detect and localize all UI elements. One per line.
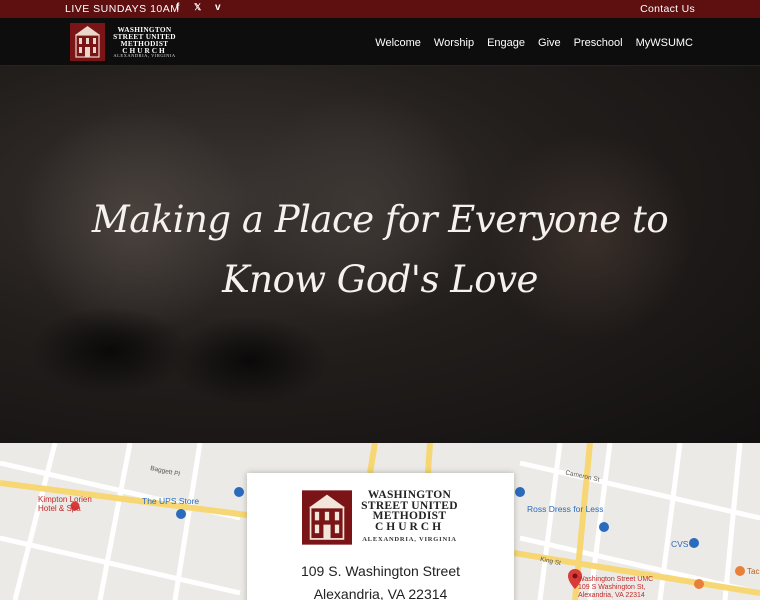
card-logo-wordmark: WASHINGTON STREET UNITED METHODIST CHURC…: [357, 490, 462, 532]
top-bar: LIVE SUNDAYS 10AM f 𝕏 v Contact Us: [0, 0, 760, 18]
card-logo-city: ALEXANDRIA, VIRGINIA: [362, 536, 457, 543]
restaurant-marker-icon[interactable]: [694, 579, 704, 589]
card-logo-line-1: WASHINGTON: [367, 489, 452, 501]
card-logo-line-4: CHURCH: [374, 520, 445, 533]
map-label-church-3: Alexandria, VA 22314: [578, 592, 645, 599]
hero-photo-shape: [30, 306, 190, 396]
map-label-cvs: CVS: [671, 539, 689, 549]
hero-headline-line-1: Making a Place for Everyone to: [91, 198, 669, 241]
taco-marker-icon[interactable]: [735, 566, 745, 576]
logo-wordmark: WASHINGTON STREET UNITED METHODIST CHURC…: [107, 26, 182, 54]
logo-city: ALEXANDRIA, VIRGINIA: [113, 53, 176, 58]
church-logo[interactable]: WASHINGTON STREET UNITED METHODIST CHURC…: [70, 23, 180, 61]
map-label-kimpton-2: Hotel & Spa: [38, 504, 81, 513]
address-card: WASHINGTON STREET UNITED METHODIST CHURC…: [247, 473, 514, 600]
contact-us-link[interactable]: Contact Us: [640, 3, 695, 15]
hero-headline-line-2: Know God's Love: [222, 258, 538, 301]
nav-preschool[interactable]: Preschool: [574, 37, 623, 49]
card-logo-line-3: METHODIST: [372, 510, 447, 522]
address-line-1: 109 S. Washington Street: [300, 563, 461, 579]
map-label-taco: Tac: [747, 567, 760, 576]
main-nav: Welcome Worship Engage Give Preschool My…: [375, 37, 693, 49]
church-building-icon: [302, 490, 352, 545]
ross-marker-icon[interactable]: [599, 522, 609, 532]
cvs-marker-icon[interactable]: [689, 538, 699, 548]
hero-banner: Making a Place for Everyone to Know God'…: [0, 66, 760, 443]
ups-store-bag-icon[interactable]: [176, 509, 186, 519]
facebook-icon[interactable]: f: [176, 2, 179, 13]
live-sundays-text: LIVE SUNDAYS 10AM: [65, 3, 180, 15]
nav-mywsumc[interactable]: MyWSUMC: [636, 37, 693, 49]
nav-worship[interactable]: Worship: [434, 37, 474, 49]
nav-engage[interactable]: Engage: [487, 37, 525, 49]
map-label-church-1: Washington Street UMC: [578, 576, 654, 583]
site-header: WASHINGTON STREET UNITED METHODIST CHURC…: [0, 18, 760, 66]
map-label-ups: The UPS Store: [142, 496, 200, 506]
church-building-icon: [70, 23, 105, 61]
hero-headline: Making a Place for Everyone to Know God'…: [0, 190, 760, 310]
hero-photo-shape: [170, 316, 330, 406]
x-twitter-icon[interactable]: 𝕏: [194, 2, 201, 13]
nav-welcome[interactable]: Welcome: [375, 37, 421, 49]
shopping-marker-icon[interactable]: [515, 487, 525, 497]
address-line-2: Alexandria, VA 22314: [313, 586, 448, 600]
map-label-kimpton-1: Kimpton Lorien: [38, 495, 92, 504]
map-label-ross: Ross Dress for Less: [527, 504, 604, 514]
map-label-church-2: 109 S Washington St,: [578, 584, 646, 591]
location-map[interactable]: Kimpton Lorien Hotel & Spa The UPS Store…: [0, 443, 760, 600]
vimeo-icon[interactable]: v: [215, 2, 221, 13]
ups-store-marker-icon[interactable]: [234, 487, 244, 497]
nav-give[interactable]: Give: [538, 37, 561, 49]
